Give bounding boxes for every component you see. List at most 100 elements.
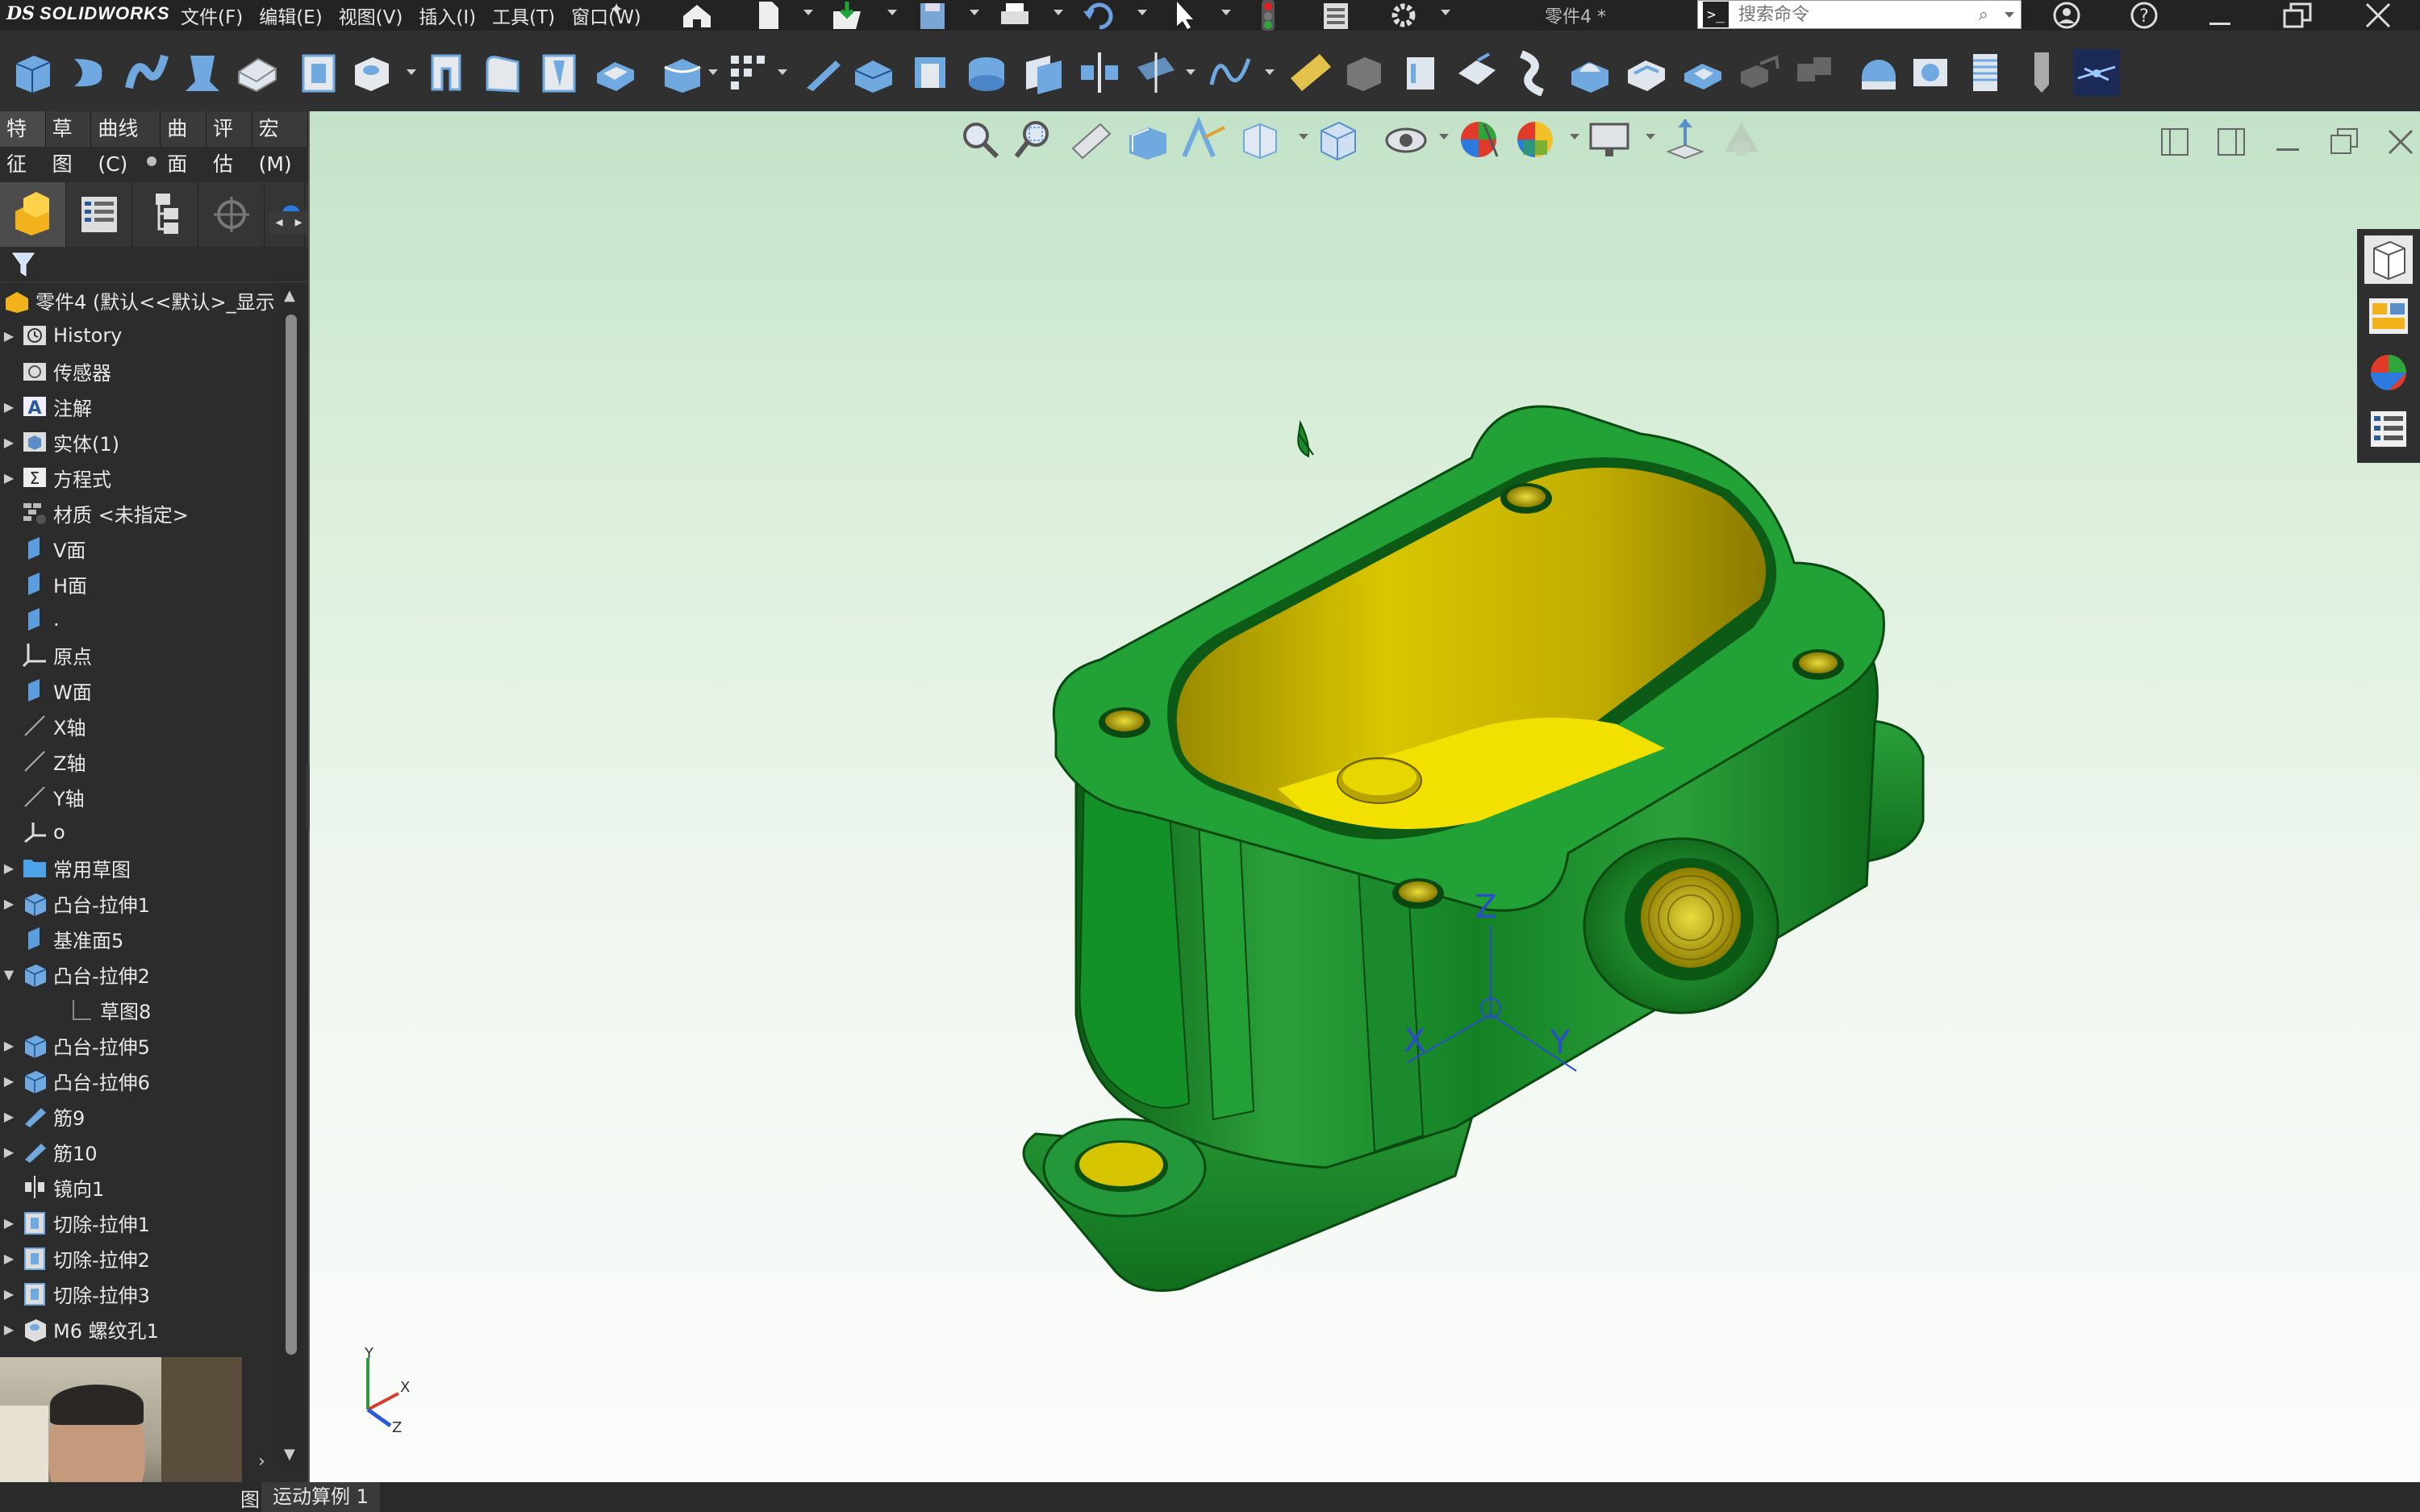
- flex-icon[interactable]: [1510, 49, 1557, 97]
- deform-icon[interactable]: [1623, 49, 1670, 96]
- expand-arrow-icon[interactable]: ▶: [0, 460, 18, 495]
- tree-item-boss-extrude1[interactable]: ▶ 凸台-拉伸1: [0, 885, 150, 921]
- solidworks-logo[interactable]: DS SOLIDWORKS: [6, 2, 170, 26]
- search-commands-box[interactable]: >_ ⌕: [1697, 0, 2022, 29]
- property-manager-tab[interactable]: [66, 182, 132, 247]
- menu-file[interactable]: 文件(F): [179, 2, 244, 29]
- revolved-cut-icon[interactable]: [423, 49, 469, 96]
- menu-window[interactable]: 窗口(W): [570, 2, 643, 29]
- split-icon[interactable]: [1736, 49, 1783, 96]
- expand-arrow-icon[interactable]: ▶: [0, 850, 18, 885]
- tab-surfaces[interactable]: 曲面: [161, 111, 207, 176]
- tab-macro[interactable]: 宏(M): [252, 111, 308, 176]
- curves-icon[interactable]: [1207, 49, 1254, 96]
- hole-wizard-icon[interactable]: [348, 49, 395, 96]
- tab-evaluate[interactable]: 评估: [206, 111, 252, 176]
- tab-motion-study-1[interactable]: 运动算例 1: [261, 1482, 380, 1512]
- draft-icon[interactable]: [850, 49, 897, 96]
- tree-item-rib10[interactable]: ▶ 筋10: [0, 1134, 98, 1169]
- minimize-icon[interactable]: [2194, 0, 2246, 31]
- search-input[interactable]: [1737, 3, 1979, 26]
- combine-icon[interactable]: [1792, 49, 1839, 96]
- expand-arrow-icon[interactable]: ▶: [0, 1311, 18, 1347]
- home-icon[interactable]: [674, 0, 720, 31]
- tree-item-solid-bodies[interactable]: ▶ 实体(1): [0, 424, 119, 460]
- tree-item-thread-hole1[interactable]: ▶ M6 螺纹孔1: [0, 1311, 159, 1347]
- feature-manager-tab[interactable]: [0, 182, 66, 247]
- undo-icon[interactable]: [1076, 0, 1121, 31]
- menu-tools[interactable]: 工具(T): [490, 2, 557, 29]
- tree-item-boss-extrude2[interactable]: ▼ 凸台-拉伸2: [0, 956, 150, 992]
- file-properties-icon[interactable]: [1313, 0, 1358, 31]
- search-dropdown-icon[interactable]: [2005, 12, 2014, 18]
- reference-plane-icon[interactable]: [1133, 49, 1179, 96]
- swept-boss-icon[interactable]: [123, 49, 169, 96]
- tree-item-history[interactable]: ▶ History: [0, 318, 123, 353]
- tree-item-coordinate-system[interactable]: o: [0, 814, 65, 850]
- close-icon[interactable]: [2352, 0, 2404, 31]
- tree-item-plane5[interactable]: 基准面5: [0, 921, 123, 956]
- menu-insert[interactable]: 插入(I): [417, 2, 478, 29]
- tree-item-boss-extrude6[interactable]: ▶ 凸台-拉伸6: [0, 1063, 150, 1098]
- wrap-icon[interactable]: [1397, 49, 1444, 96]
- tree-item-sensors[interactable]: 传感器: [0, 353, 111, 389]
- tree-item-origin[interactable]: 原点: [0, 637, 92, 673]
- fastener-icon[interactable]: [2018, 49, 2065, 96]
- measure-icon[interactable]: [1287, 49, 1334, 96]
- scroll-up-icon[interactable]: ▲: [284, 287, 295, 304]
- thicken-icon[interactable]: [1907, 49, 1954, 96]
- tab-curves[interactable]: 曲线(C): [91, 111, 161, 176]
- expand-arrow-icon[interactable]: ▶: [0, 1063, 18, 1098]
- extruded-boss-icon[interactable]: [10, 49, 56, 96]
- new-document-icon[interactable]: [745, 0, 791, 31]
- expand-arrow-icon[interactable]: ▶: [0, 1205, 18, 1240]
- tree-item-cut-extrude3[interactable]: ▶ 切除-拉伸3: [0, 1276, 150, 1311]
- search-icon[interactable]: ⌕: [1979, 5, 1988, 25]
- lofted-cut-icon[interactable]: [536, 49, 582, 96]
- tree-item-annotations[interactable]: ▶ A 注解: [0, 389, 92, 424]
- graphics-viewport[interactable]: Z X Y Y X Z: [310, 111, 2420, 1482]
- options-gear-icon[interactable]: [1381, 0, 1426, 31]
- tree-item-material[interactable]: 材质 <未指定>: [0, 495, 189, 531]
- expand-arrow-icon[interactable]: ▶: [0, 885, 18, 921]
- revolved-boss-icon[interactable]: [66, 49, 113, 96]
- tree-item-rib9[interactable]: ▶ 筋9: [0, 1098, 85, 1134]
- tree-item-folder[interactable]: ▶ 常用草图: [0, 850, 131, 885]
- tree-item-axis-x[interactable]: X轴: [0, 708, 86, 744]
- help-icon[interactable]: ?: [2118, 0, 2170, 31]
- open-document-icon[interactable]: [824, 0, 870, 31]
- pin-menu-icon[interactable]: ✦: [609, 0, 624, 20]
- intersect-icon[interactable]: [963, 49, 1010, 96]
- expand-arrow-icon[interactable]: ▶: [0, 1134, 18, 1169]
- menu-view[interactable]: 视图(V): [337, 2, 405, 29]
- boundary-cut-icon[interactable]: [592, 49, 639, 96]
- collapse-arrow-icon[interactable]: ▼: [0, 956, 18, 992]
- restore-icon[interactable]: [2272, 0, 2323, 31]
- save-icon[interactable]: [910, 0, 955, 31]
- dome-icon[interactable]: [1567, 49, 1613, 96]
- expand-arrow-icon[interactable]: ▶: [0, 389, 18, 424]
- menu-edit[interactable]: 编辑(E): [257, 2, 323, 29]
- linear-pattern-icon[interactable]: [724, 49, 771, 96]
- configuration-manager-tab[interactable]: [132, 182, 198, 247]
- tree-item-plane-w[interactable]: W面: [0, 673, 92, 708]
- expand-arrow-icon[interactable]: ▶: [0, 318, 18, 353]
- tree-item-cut-extrude2[interactable]: ▶ 切除-拉伸2: [0, 1240, 150, 1276]
- swept-cut-icon[interactable]: [479, 49, 526, 96]
- move-face-icon[interactable]: [1454, 49, 1500, 96]
- mirror-icon[interactable]: [1076, 49, 1123, 96]
- model-tab-partial[interactable]: 图: [240, 1484, 260, 1512]
- scroll-right-icon[interactable]: ›: [258, 1452, 265, 1472]
- boundary-boss-icon[interactable]: [234, 49, 281, 96]
- tree-item-axis-z[interactable]: Z轴: [0, 744, 86, 779]
- indent-icon[interactable]: [1679, 49, 1726, 96]
- tree-item-plane-h[interactable]: H面: [0, 566, 87, 602]
- scroll-left-icon[interactable]: ◂: [269, 211, 289, 234]
- scroll-right-icon[interactable]: ▸: [289, 211, 308, 234]
- panel-grip[interactable]: [147, 156, 156, 166]
- fillet-icon[interactable]: [658, 49, 705, 96]
- expand-arrow-icon[interactable]: ▶: [0, 1276, 18, 1311]
- scrollbar-thumb[interactable]: [286, 314, 297, 1355]
- tab-sketch[interactable]: 草图: [45, 111, 92, 176]
- expand-arrow-icon[interactable]: ▶: [0, 1027, 18, 1063]
